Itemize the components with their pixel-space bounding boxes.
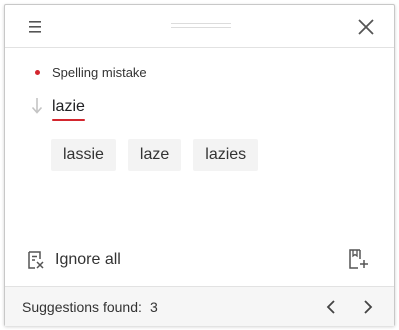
- ignore-all-label: Ignore all: [55, 251, 121, 268]
- panel-header: [5, 5, 394, 48]
- misspelled-word: lazie: [52, 98, 85, 115]
- suggestions-found-label: Suggestions found:: [22, 299, 142, 315]
- panel-footer: Suggestions found: 3: [5, 286, 394, 326]
- spell-check-panel: Spelling mistake lazie lassie laze lazie…: [4, 4, 395, 326]
- mistake-category: Spelling mistake: [52, 65, 147, 80]
- suggestion-chip[interactable]: lazies: [193, 139, 259, 171]
- suggestions-list: lassie laze lazies: [51, 139, 259, 171]
- chevron-right-icon: [364, 300, 373, 314]
- menu-button[interactable]: [24, 16, 46, 38]
- add-to-dictionary-icon: [349, 249, 368, 269]
- ignore-document-icon: [28, 251, 44, 269]
- arrow-down-icon: [31, 98, 43, 114]
- suggestion-chip[interactable]: laze: [127, 139, 182, 171]
- spelling-underline: [52, 119, 85, 121]
- panel-body: Spelling mistake lazie lassie laze lazie…: [5, 48, 394, 286]
- previous-button[interactable]: [321, 297, 341, 317]
- chevron-left-icon: [326, 300, 335, 314]
- hamburger-menu-icon: [29, 21, 41, 33]
- close-button[interactable]: [355, 16, 377, 38]
- category-dot: [35, 70, 40, 75]
- suggestions-found-count: 3: [150, 299, 158, 315]
- add-to-dictionary-button[interactable]: [347, 248, 369, 270]
- drag-handle[interactable]: [171, 23, 231, 31]
- next-button[interactable]: [358, 297, 378, 317]
- suggestion-chip[interactable]: lassie: [51, 139, 116, 171]
- close-icon: [358, 19, 374, 35]
- ignore-all-button[interactable]: Ignore all: [26, 249, 121, 271]
